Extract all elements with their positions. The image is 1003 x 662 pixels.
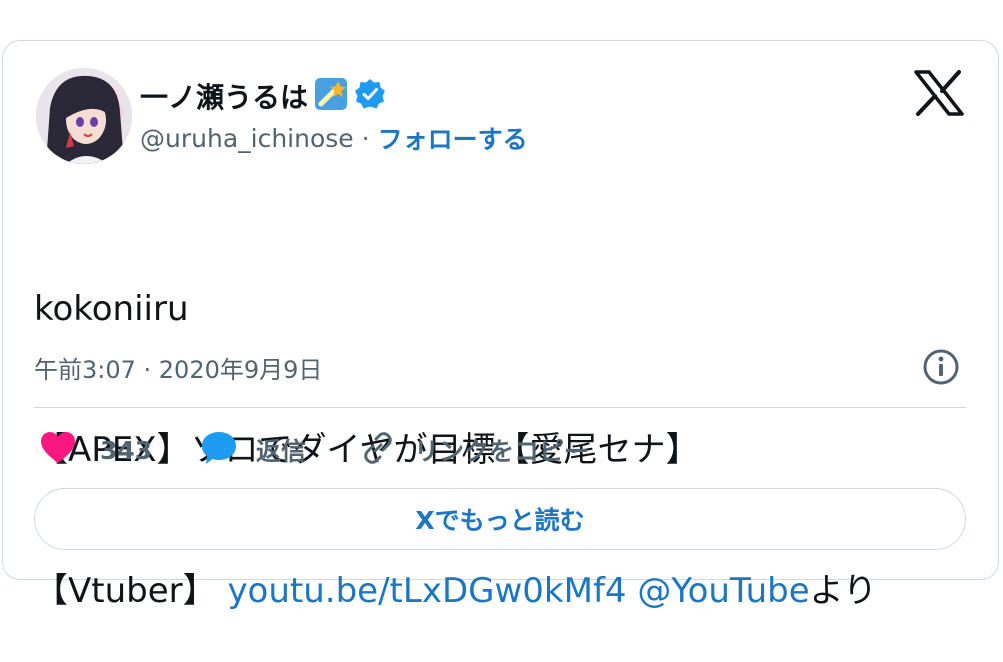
separator-dot: · [361,123,370,153]
heart-icon [40,431,76,469]
verified-badge-icon [354,78,386,114]
tweet-line-3: 【Vtuber】 youtu.be/tLxDGw0kMf4 @YouTubeより [34,568,974,615]
like-button[interactable]: 343 [40,428,152,472]
follow-button[interactable]: フォローする [378,120,528,156]
copy-link-label: リンクをコピー [414,437,590,466]
info-icon[interactable] [922,348,960,386]
avatar[interactable] [36,68,132,164]
tweet-line-1: kokoniiru [34,289,189,329]
youtube-mention[interactable]: @YouTube [637,571,809,611]
read-more-button[interactable]: Xでもっと読む [34,488,966,550]
reply-button[interactable]: 返信 [200,428,306,472]
tweet-timestamp[interactable]: 午前3:07 · 2020年9月9日 [34,350,322,385]
speech-bubble-icon [200,430,238,470]
link-icon [360,430,396,470]
x-logo-icon[interactable] [914,70,964,116]
tweet-suffix: より [809,571,877,611]
avatar-illustration [36,68,132,164]
user-handle[interactable]: @uruha_ichinose [140,124,354,153]
like-count: 343 [100,435,153,465]
divider [34,407,966,408]
reply-label: 返信 [256,437,307,466]
user-name-row[interactable]: 一ノ瀬うるは [140,74,386,118]
user-name[interactable]: 一ノ瀬うるは [140,76,308,116]
tweet-text: kokoniiru 【APEX】ソロでダイヤが目標【愛尾セナ】 【Vtuber】… [34,192,974,662]
handle-row: @uruha_ichinose · フォローする [140,120,528,156]
copy-link-button[interactable]: リンクをコピー [360,428,589,472]
youtube-link[interactable]: youtu.be/tLxDGw0kMf4 [227,571,626,611]
tweet-line-3-prefix: 【Vtuber】 [34,571,228,611]
shooting-star-emoji [314,77,348,115]
